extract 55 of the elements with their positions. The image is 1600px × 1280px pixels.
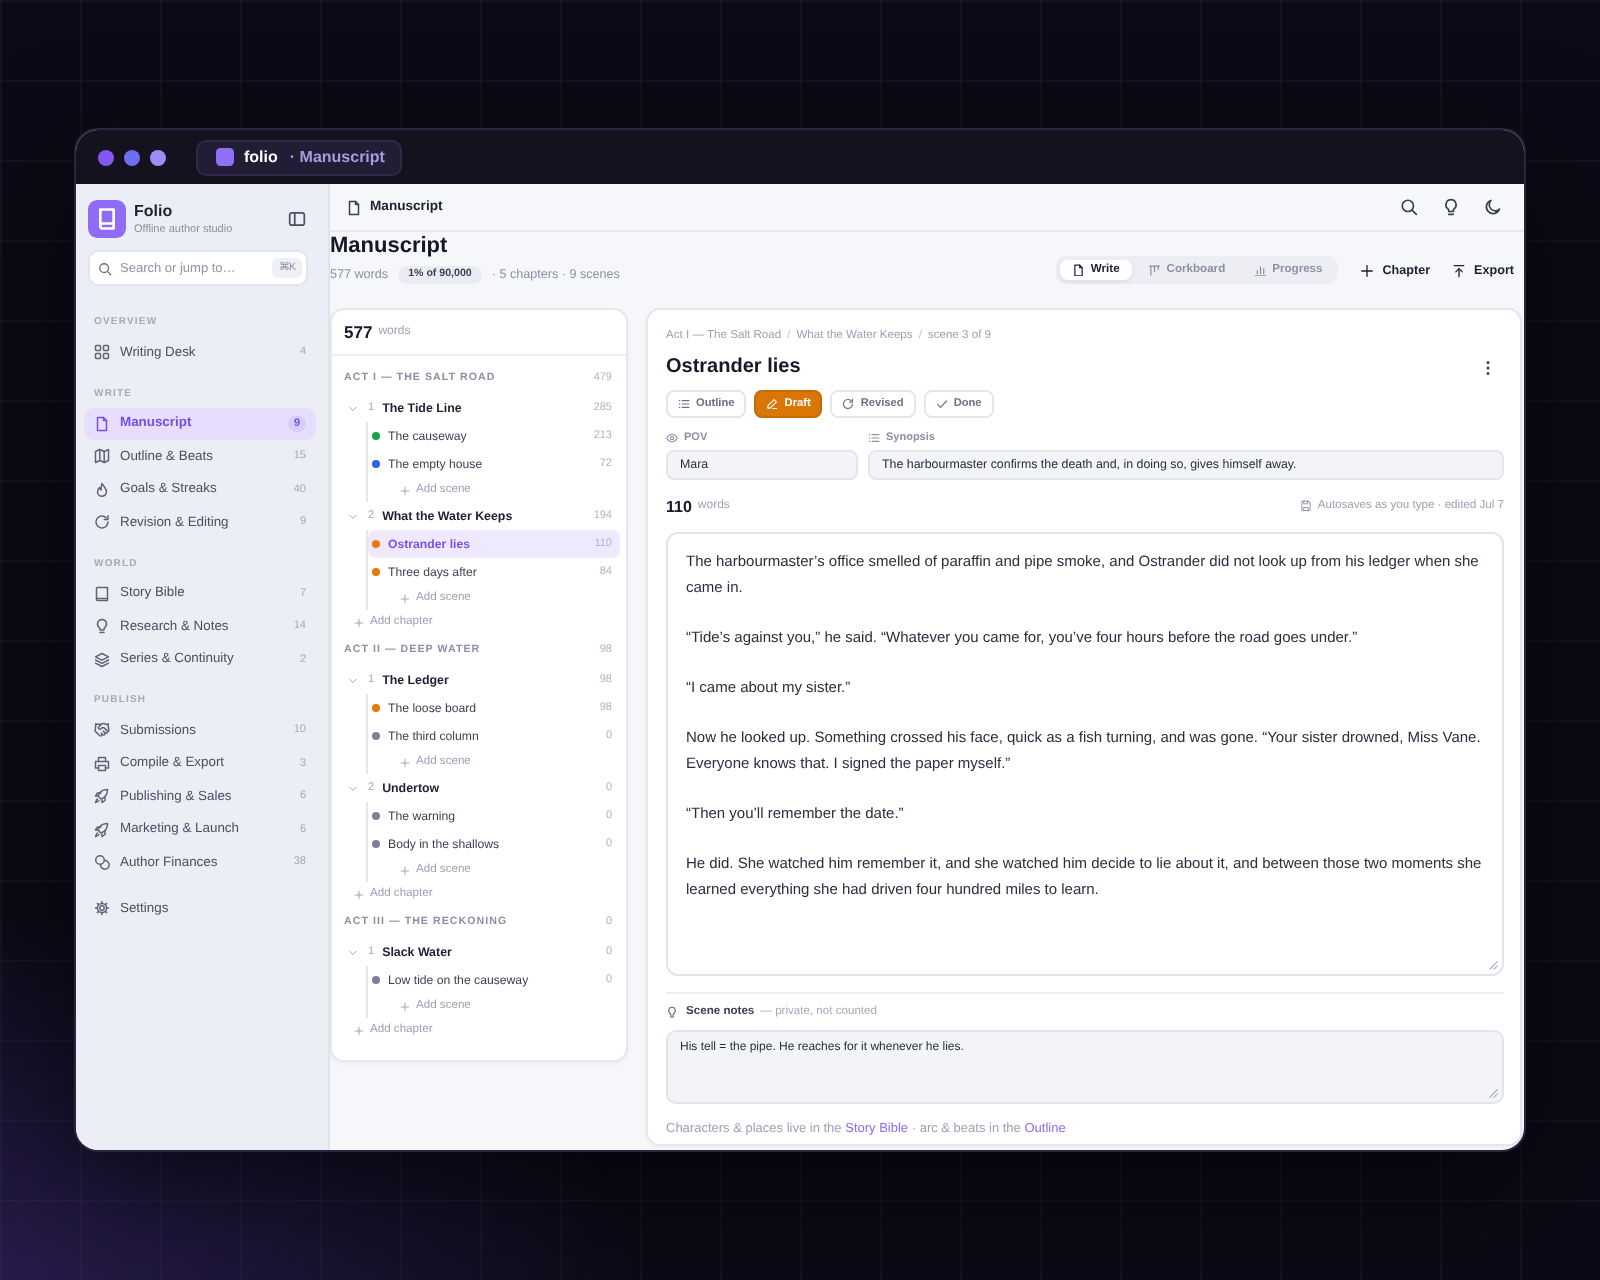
resize-grip-icon[interactable]: [1486, 958, 1498, 970]
lightbulb-icon[interactable]: [1442, 198, 1460, 216]
rocket-icon: [94, 821, 110, 838]
search-icon: [98, 261, 112, 275]
refresh-icon: [94, 514, 110, 531]
check-icon: [935, 398, 948, 410]
scene-title: Ostrander lies: [666, 356, 801, 380]
kanban-icon: [1147, 263, 1161, 277]
plus-icon: [400, 757, 410, 767]
window-dot-icon[interactable]: [150, 149, 166, 165]
sidebar-toggle-icon[interactable]: [288, 210, 306, 228]
plus-icon: [400, 593, 410, 603]
plus-icon: [354, 617, 364, 627]
plus-icon: [354, 889, 364, 899]
plus-icon: [1360, 263, 1375, 277]
outline-word-count: 577: [344, 322, 373, 342]
document-icon: [94, 415, 110, 432]
coins-icon: [94, 854, 110, 871]
list-icon: [678, 398, 690, 410]
app-logo-icon: [216, 148, 234, 166]
book-logo-icon: [88, 200, 126, 238]
plus-icon: [354, 1025, 364, 1035]
document-icon: [346, 199, 362, 215]
moon-icon[interactable]: [1484, 198, 1502, 216]
pencil-icon: [766, 398, 779, 410]
brand-name: Folio: [134, 201, 175, 221]
grid-icon: [94, 344, 110, 361]
handshake-icon: [94, 722, 110, 739]
bar-chart-icon: [1253, 263, 1267, 277]
eye-icon: [666, 432, 678, 444]
settings-icon: [94, 900, 110, 917]
flame-icon: [94, 481, 110, 498]
printer-icon: [94, 755, 110, 772]
window-dot-icon[interactable]: [124, 149, 140, 165]
lightbulb-icon: [94, 618, 110, 635]
window-dot-icon[interactable]: [98, 149, 114, 165]
layers-icon: [94, 651, 110, 668]
refresh-icon: [842, 398, 855, 410]
page-title: Manuscript: [330, 234, 450, 260]
scene-word-count: 110: [666, 497, 692, 515]
page-name: · Manuscript: [289, 148, 385, 166]
map-icon: [94, 448, 110, 465]
search-icon[interactable]: [1400, 198, 1418, 216]
save-icon: [1299, 500, 1312, 512]
book-icon: [94, 585, 110, 602]
resize-grip-icon[interactable]: [1486, 1086, 1498, 1098]
plus-icon: [400, 865, 410, 875]
plus-icon: [400, 485, 410, 495]
app-name: folio: [244, 148, 278, 166]
list-icon: [868, 432, 880, 444]
plus-icon: [400, 1001, 410, 1011]
upload-icon: [1452, 263, 1467, 277]
document-icon: [1071, 263, 1085, 277]
lightbulb-icon: [666, 1006, 678, 1018]
rocket-icon: [94, 788, 110, 805]
